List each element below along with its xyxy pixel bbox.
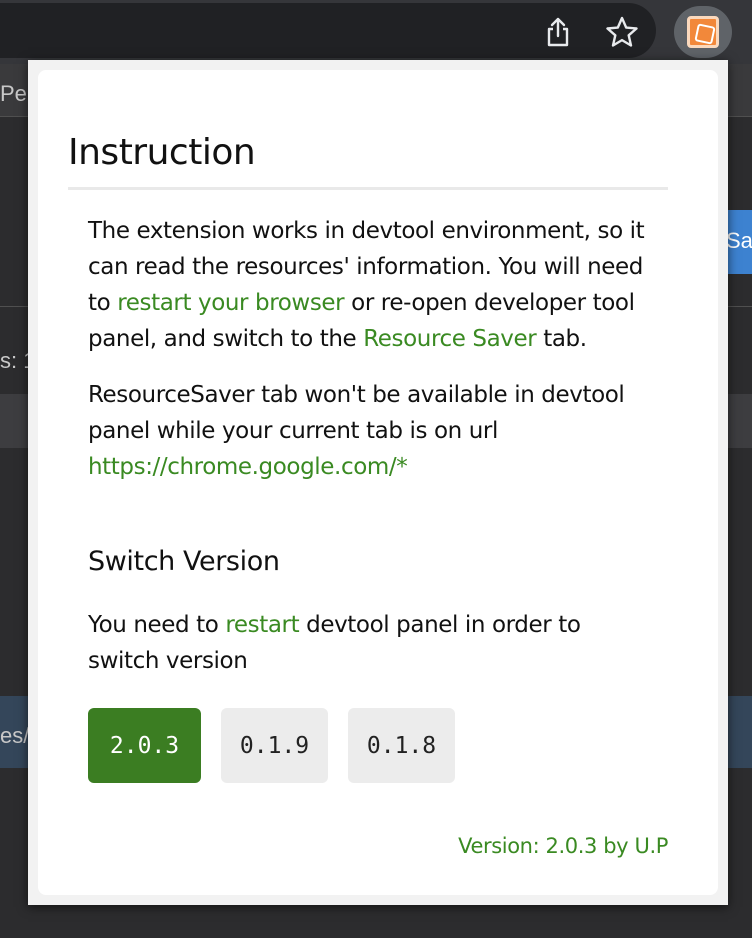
switch-version-heading: Switch Version — [88, 546, 280, 577]
resource-saver-extension-button[interactable] — [674, 6, 732, 58]
version-footer: Version: 2.0.3 by U.P — [458, 834, 668, 858]
restart-browser-link[interactable]: restart your browser — [117, 290, 344, 316]
share-icon[interactable] — [540, 14, 576, 50]
extension-popup: Instruction The extension works in devto… — [28, 60, 728, 905]
resource-saver-link[interactable]: Resource Saver — [363, 326, 537, 352]
availability-text: ResourceSaver tab won't be available in … — [88, 382, 625, 444]
save-button-fragment-label: Sa — [726, 228, 752, 253]
browser-toolbar — [0, 0, 752, 64]
version-button-0-1-8[interactable]: 0.1.8 — [348, 708, 455, 783]
restart-link[interactable]: restart — [225, 612, 299, 638]
path-fragment: es/ — [0, 723, 30, 748]
version-button-2-0-3[interactable]: 2.0.3 — [88, 708, 201, 783]
bookmark-fragment: Pe — [0, 81, 27, 106]
chrome-store-url-link[interactable]: https://chrome.google.com/* — [88, 454, 408, 480]
instruction-text: tab. — [536, 326, 587, 352]
title-divider — [68, 187, 668, 190]
popup-title: Instruction — [68, 132, 256, 173]
version-buttons: 2.0.3 0.1.9 0.1.8 — [88, 708, 455, 783]
version-button-0-1-9[interactable]: 0.1.9 — [221, 708, 328, 783]
switch-version-paragraph: You need to restart devtool panel in ord… — [88, 607, 648, 679]
resource-saver-extension-icon — [687, 16, 719, 48]
instruction-paragraph: The extension works in devtool environme… — [88, 213, 648, 357]
switch-version-text: You need to — [88, 612, 226, 638]
instruction-card: Instruction The extension works in devto… — [38, 70, 718, 895]
availability-paragraph: ResourceSaver tab won't be available in … — [88, 377, 648, 485]
star-icon[interactable] — [603, 14, 641, 50]
